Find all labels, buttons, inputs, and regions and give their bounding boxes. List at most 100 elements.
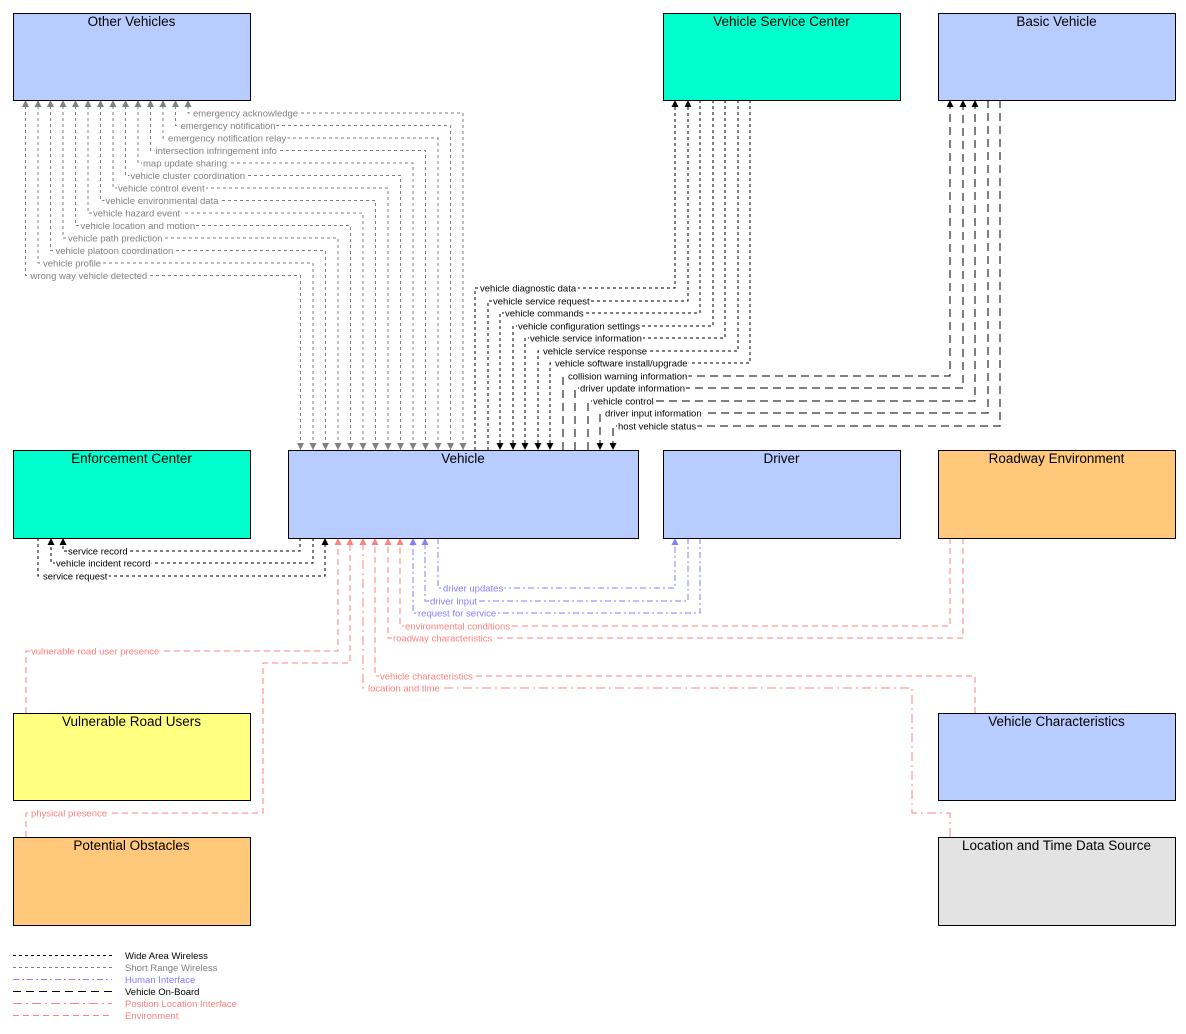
arrowhead-icon [496,443,504,450]
arrowhead-icon [172,100,179,107]
vehicle-title: Vehicle [441,451,485,466]
other-vehicles-box[interactable]: Other Vehicles [13,13,251,101]
flow-label: vehicle path prediction [68,234,163,245]
arrowhead-icon [596,443,604,450]
legend-label: Short Range Wireless [125,963,218,974]
flow-label: vehicle commands [505,309,584,320]
legend-item-position-location-interface: Position Location Interface [13,999,237,1010]
enforcement-center-box[interactable]: Enforcement Center [13,450,251,539]
flow-label: vehicle incident record [56,559,151,570]
flow-label: vehicle software install/upgrade [555,359,688,370]
flow-label: vehicle diagnostic data [480,284,577,295]
driver-box[interactable]: Driver [663,450,901,539]
flow-label: driver input [430,597,477,608]
flow-label: emergency acknowledge [193,109,298,120]
vehicle-service-center-box[interactable]: Vehicle Service Center [663,13,901,101]
flow-label: emergency notification [181,121,276,132]
arrowhead-icon [971,100,979,107]
legend-label: Wide Area Wireless [125,951,208,962]
arrowhead-icon [122,100,129,107]
arrowhead-icon [47,538,55,545]
flow-label: wrong way vehicle detected [30,271,148,282]
flow-label: service record [68,547,128,558]
flow-label: vehicle characteristics [380,672,473,683]
roadway-environment-box[interactable]: Roadway Environment [938,450,1176,539]
arrowhead-icon [509,443,517,450]
flow-label: location and time [368,684,440,695]
flow-vehicle-service-request[interactable] [487,100,692,450]
legend-item-vehicle-on-board: Vehicle On-Board [13,987,199,998]
flow-label: vehicle control [593,397,654,408]
flow-line[interactable] [599,100,989,450]
flow-label: vehicle platoon coordination [56,246,174,257]
legend-item-environment: Environment [13,1011,179,1022]
arrowhead-icon [521,443,529,450]
flow-label: vulnerable road user presence [31,647,159,658]
arrowhead-icon [134,100,142,107]
flow-label: vehicle location and motion [81,221,196,232]
arrowhead-icon [434,443,442,450]
legend-label: Human Interface [125,975,195,986]
arrowhead-icon [72,100,79,107]
enforcement-center-title: Enforcement Center [71,451,192,466]
flow-label: physical presence [31,809,107,820]
flow-label: vehicle service response [543,347,647,358]
arrowhead-icon [684,100,692,107]
vehicle-service-center-title: Vehicle Service Center [713,14,850,29]
arrowhead-icon [59,100,67,107]
arrowhead-icon [97,100,104,107]
potential-obstacles-box[interactable]: Potential Obstacles [13,837,251,926]
flow-line[interactable] [612,100,1001,450]
legend-label: Position Location Interface [125,999,237,1010]
arrowhead-icon [946,100,954,107]
flow-label: host vehicle status [618,422,696,433]
flow-label: vehicle service information [530,334,642,345]
flow-label: vehicle control event [118,184,205,195]
flow-label: environmental conditions [405,622,510,633]
legend-item-human-interface: Human Interface [13,975,195,986]
flow-label: service request [43,572,108,583]
flow-label: intersection infringement info [156,146,277,157]
flow-label: roadway characteristics [393,634,493,645]
flow-label: driver update information [580,384,685,395]
flow-line[interactable] [487,100,689,450]
arrowhead-icon [322,443,329,450]
flow-label: vehicle hazard event [93,209,180,220]
flow-label: map update sharing [143,159,227,170]
arrowhead-icon [459,443,467,450]
vehicle-characteristics-box[interactable]: Vehicle Characteristics [938,713,1176,801]
legend-item-wide-area-wireless: Wide Area Wireless [13,951,208,962]
vehicle-characteristics-title: Vehicle Characteristics [988,714,1125,729]
vulnerable-road-users-title: Vulnerable Road Users [62,714,201,729]
arrowhead-icon [147,100,154,107]
arrowhead-icon [397,443,404,450]
arrowhead-icon [671,100,679,107]
flow-label: collision warning information [568,372,687,383]
flow-label: vehicle profile [43,259,101,270]
arrowhead-icon [447,443,454,450]
flow-label: vehicle configuration settings [518,322,640,333]
arrowhead-icon [384,538,392,545]
arrowhead-icon [184,100,192,107]
arrowhead-icon [334,538,342,545]
architecture-diagram: Other Vehicles Vehicle Service Center Basi… [13,13,1176,1022]
vehicle-box[interactable]: Vehicle [288,450,639,539]
arrowhead-icon [422,443,429,450]
basic-vehicle-title: Basic Vehicle [1016,14,1096,29]
arrowhead-icon [34,100,42,107]
location-and-time-data-source-box[interactable]: Location and Time Data Source [938,837,1176,926]
arrowhead-icon [334,443,342,450]
arrowhead-icon [347,443,354,450]
flow-driver-input-information[interactable] [596,100,989,450]
basic-vehicle-box[interactable]: Basic Vehicle [938,13,1176,101]
roadway-environment-title: Roadway Environment [989,451,1125,466]
flow-driver-updates[interactable] [437,538,679,589]
arrowhead-icon [22,100,29,107]
flow-label: request for service [418,609,496,620]
arrowhead-icon [346,538,354,545]
vulnerable-road-users-box[interactable]: Vulnerable Road Users [13,713,251,801]
flow-host-vehicle-status[interactable] [609,100,1001,450]
arrowhead-icon [309,443,317,450]
flow-line[interactable] [437,538,676,589]
location-and-time-data-source-title: Location and Time Data Source [962,838,1151,853]
